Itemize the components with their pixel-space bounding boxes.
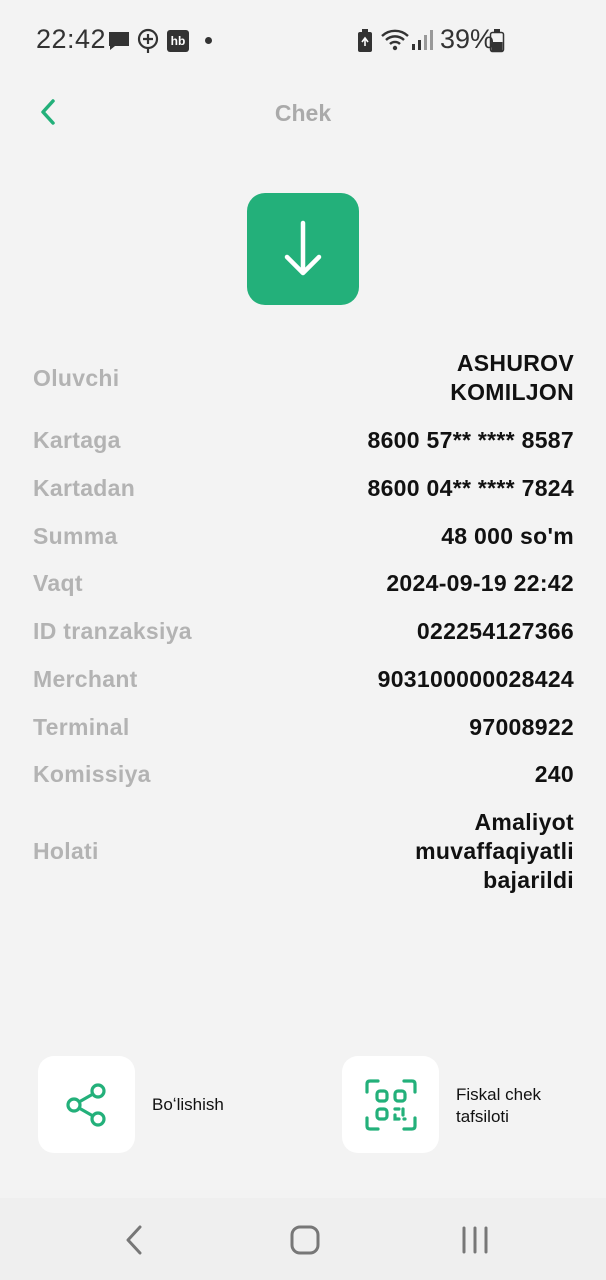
detail-label: Oluvchi (33, 364, 120, 391)
nav-recents-icon[interactable] (460, 1224, 490, 1256)
share-button[interactable] (38, 1056, 135, 1153)
detail-label: Kartadan (33, 474, 136, 501)
detail-row-transaction-id: ID tranzaksiya 022254127366 (33, 616, 574, 646)
detail-label: Holati (33, 837, 99, 864)
share-label[interactable]: Boʻlishish (152, 1094, 224, 1116)
label-line: tafsiloti (456, 1107, 509, 1126)
detail-value: 8600 57** **** 8587 (367, 426, 574, 453)
system-nav-bar (0, 1198, 606, 1280)
battery-icon (489, 29, 505, 53)
value-line: bajarildi (483, 866, 574, 893)
battery-saver-icon (358, 29, 372, 52)
wifi-icon (381, 29, 409, 51)
detail-label: Terminal (33, 713, 130, 740)
page-title: Chek (274, 100, 332, 126)
detail-value: ASHUROV KOMILJON (450, 349, 574, 407)
detail-value: 8600 04** **** 7824 (367, 474, 574, 501)
detail-value: 48 000 so'm (441, 522, 574, 549)
qr-scan-icon (364, 1078, 417, 1131)
detail-value: 903100000028424 (377, 665, 574, 692)
detail-row-commission: Komissiya 240 (33, 759, 574, 789)
detail-label: Merchant (33, 665, 138, 692)
fiscal-receipt-button[interactable] (342, 1056, 439, 1153)
detail-value: 2024-09-19 22:42 (386, 569, 574, 596)
download-button[interactable] (247, 193, 359, 305)
detail-row-recipient: Oluvchi ASHUROV KOMILJON (33, 349, 574, 407)
detail-row-to-card: Kartaga 8600 57** **** 8587 (33, 425, 574, 455)
detail-label: ID tranzaksiya (33, 617, 192, 644)
nav-home-icon[interactable] (289, 1224, 321, 1256)
detail-row-merchant: Merchant 903100000028424 (33, 664, 574, 694)
fiscal-receipt-label[interactable]: Fiskal chek tafsiloti (456, 1084, 541, 1128)
signal-icon (412, 30, 433, 50)
add-location-icon (137, 28, 159, 53)
detail-value: Amaliyot muvaffaqiyatli bajarildi (415, 808, 574, 895)
arrow-down-icon (284, 220, 322, 276)
detail-row-time: Vaqt 2024-09-19 22:42 (33, 568, 574, 598)
nav-back-icon[interactable] (122, 1224, 148, 1256)
dot-icon (205, 37, 212, 44)
hb-app-icon: hb (167, 30, 189, 52)
detail-value: 240 (534, 760, 574, 787)
detail-row-terminal: Terminal 97008922 (33, 712, 574, 742)
share-icon (65, 1082, 106, 1127)
detail-label: Vaqt (33, 569, 83, 596)
value-line: Amaliyot (474, 808, 574, 835)
value-line: ASHUROV (456, 350, 574, 376)
value-line: KOMILJON (450, 379, 574, 405)
detail-row-from-card: Kartadan 8600 04** **** 7824 (33, 473, 574, 503)
detail-label: Summa (33, 522, 118, 549)
message-icon (109, 32, 129, 50)
status-time: 22:42 (36, 24, 107, 54)
detail-value: 022254127366 (416, 617, 574, 644)
battery-percent: 39% (440, 24, 495, 54)
detail-value: 97008922 (469, 713, 574, 740)
detail-row-status: Holati Amaliyot muvaffaqiyatli bajarildi (33, 807, 574, 895)
status-bar: 22:42 hb 39% (0, 0, 606, 80)
detail-label: Kartaga (33, 426, 121, 453)
label-line: Fiskal chek (456, 1085, 542, 1104)
detail-label: Komissiya (33, 760, 151, 787)
detail-row-amount: Summa 48 000 so'm (33, 521, 574, 551)
value-line: muvaffaqiyatli (415, 837, 574, 864)
